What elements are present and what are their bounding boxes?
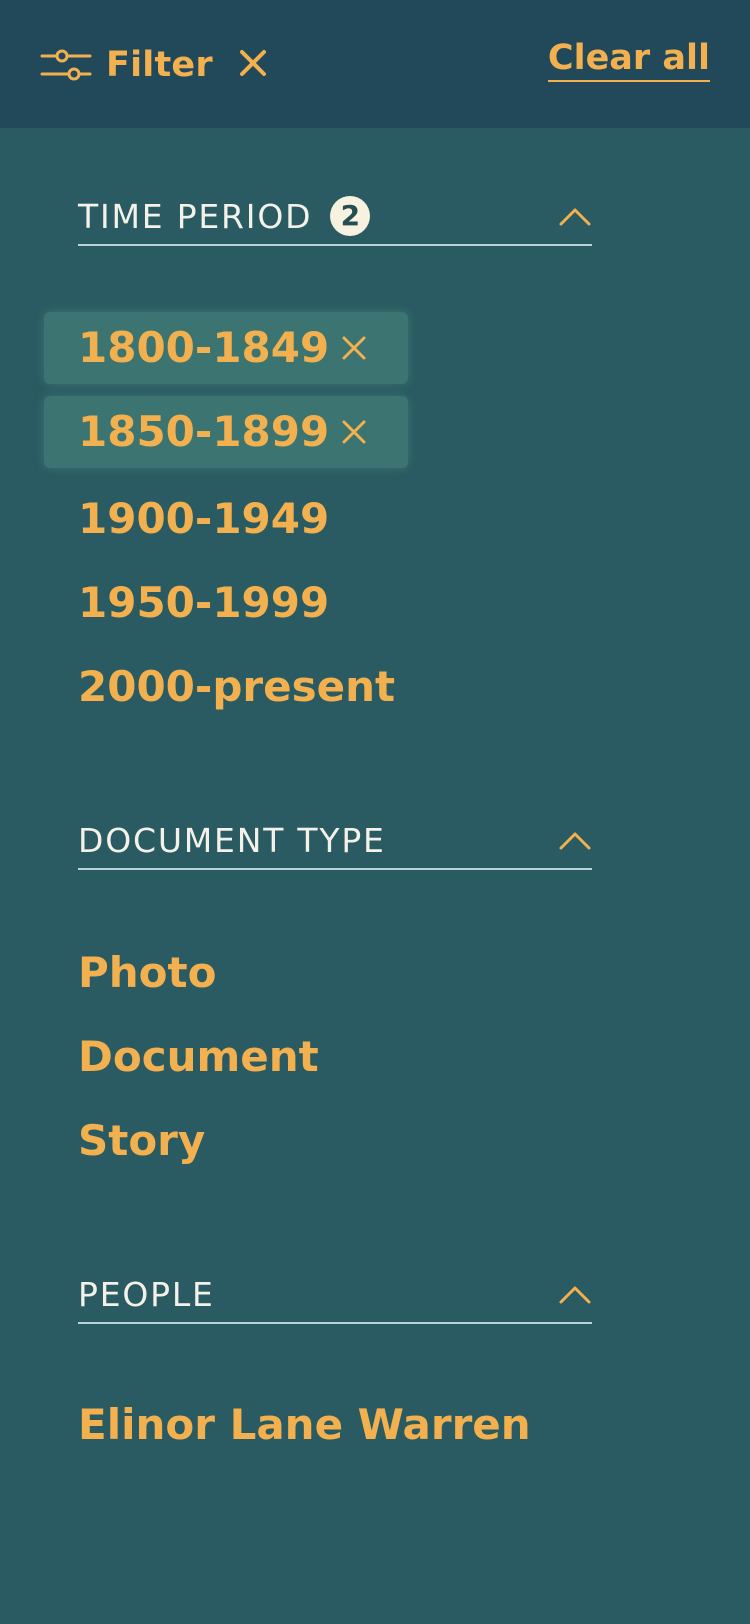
people-section-header[interactable]: PEOPLE [78,1266,592,1324]
time-period-item-1800-1849[interactable]: 1800-1849 [44,312,408,384]
document-type-section-header[interactable]: DOCUMENT TYPE [78,812,592,870]
time-period-item-label: 1800-1849 [78,323,330,372]
time-period-item-2000-present[interactable]: 2000-present [78,666,395,708]
chevron-up-icon[interactable] [558,1283,592,1305]
remove-x-icon[interactable] [342,336,366,360]
document-type-item-photo[interactable]: Photo [78,952,216,994]
document-type-title-wrap: DOCUMENT TYPE [78,824,386,857]
people-title: PEOPLE [78,1274,215,1314]
people-title-wrap: PEOPLE [78,1278,215,1311]
remove-x-icon[interactable] [342,420,366,444]
document-type-title: DOCUMENT TYPE [78,820,386,860]
chevron-up-icon[interactable] [558,829,592,851]
clear-all-button[interactable]: Clear all [547,38,710,83]
filter-title: Filter [106,44,213,85]
filter-group: Filter [40,44,267,86]
time-period-title-wrap: TIME PERIOD 2 [78,196,371,236]
time-period-count-badge: 2 [330,196,371,236]
document-type-item-document[interactable]: Document [78,1036,319,1078]
time-period-item-1900-1949[interactable]: 1900-1949 [78,498,329,540]
chevron-up-icon[interactable] [558,205,592,227]
time-period-section-header[interactable]: TIME PERIOD 2 [78,188,592,246]
people-item-elinor-lane-warren[interactable]: Elinor Lane Warren [78,1404,531,1446]
time-period-item-1950-1999[interactable]: 1950-1999 [78,582,329,624]
filter-topbar: Filter Clear all [0,0,750,128]
time-period-item-1850-1899[interactable]: 1850-1899 [44,396,408,468]
time-period-title: TIME PERIOD [78,196,313,236]
filter-sliders-icon [40,47,92,83]
close-icon[interactable] [239,49,267,81]
time-period-item-label: 1850-1899 [78,407,330,456]
document-type-item-story[interactable]: Story [78,1120,205,1162]
